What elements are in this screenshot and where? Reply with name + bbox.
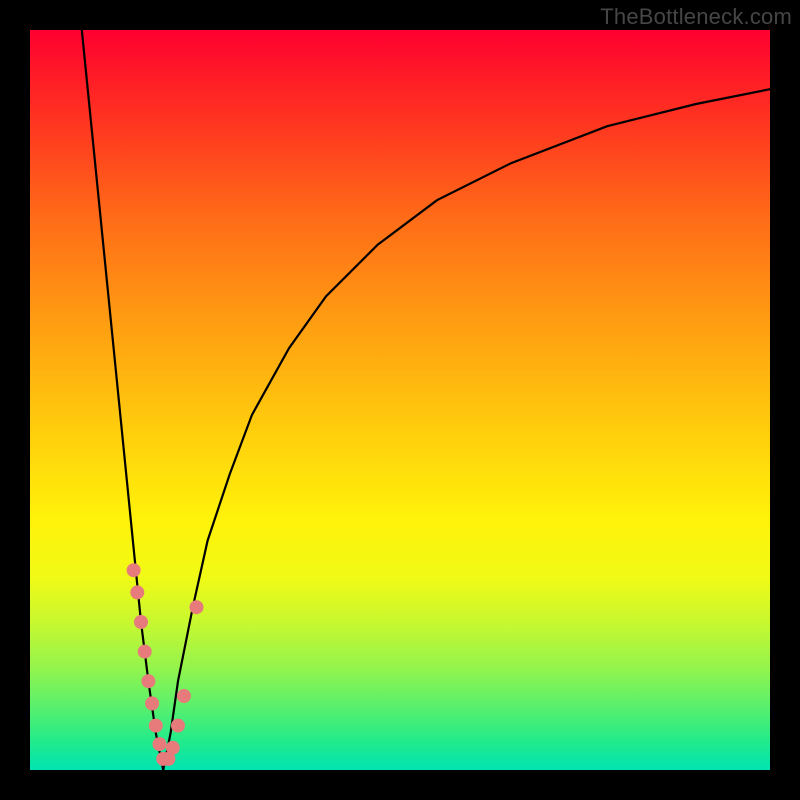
- marker-point: [149, 719, 163, 733]
- marker-point: [145, 696, 159, 710]
- marker-point: [153, 737, 167, 751]
- right-branch-curve: [163, 89, 770, 770]
- marker-point: [177, 689, 191, 703]
- markers-group: [127, 563, 204, 766]
- marker-point: [171, 719, 185, 733]
- watermark-text: TheBottleneck.com: [600, 4, 792, 30]
- marker-point: [138, 645, 152, 659]
- curve-group: [82, 30, 770, 770]
- marker-point: [134, 615, 148, 629]
- marker-point: [130, 585, 144, 599]
- left-branch-curve: [82, 30, 163, 770]
- marker-point: [190, 600, 204, 614]
- chart-svg: [30, 30, 770, 770]
- chart-frame: TheBottleneck.com: [0, 0, 800, 800]
- marker-point: [141, 674, 155, 688]
- marker-point: [166, 741, 180, 755]
- marker-point: [127, 563, 141, 577]
- plot-area: [30, 30, 770, 770]
